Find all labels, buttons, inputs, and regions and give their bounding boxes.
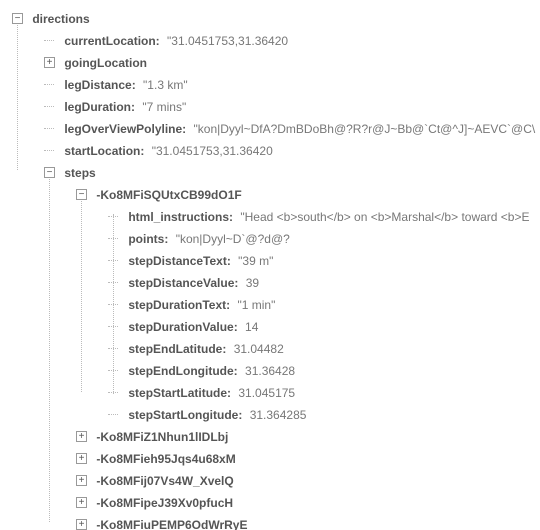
node-currentLocation[interactable]: currentLocation: "31.0451753,31.36420 — [12, 30, 540, 52]
leaf-icon — [44, 145, 55, 156]
leaf-icon — [108, 409, 119, 420]
field-value: 39 — [246, 276, 259, 290]
node-stepDistanceText[interactable]: stepDistanceText: "39 m" — [12, 250, 540, 272]
node-directions[interactable]: directions — [12, 8, 540, 30]
field-value: 31.045175 — [238, 386, 295, 400]
field-key: stepStartLatitude: — [128, 386, 231, 400]
expand-icon[interactable] — [76, 453, 87, 464]
field-key: stepStartLongitude: — [128, 408, 242, 422]
tree-root: directions currentLocation: "31.0451753,… — [0, 0, 540, 530]
leaf-icon — [44, 35, 55, 46]
node-stepStartLongitude[interactable]: stepStartLongitude: 31.364285 — [12, 404, 540, 426]
node-label: -Ko8MFiSQUtxCB99dO1F — [96, 188, 241, 202]
node-label: -Ko8MFipeJ39Xv0pfucH — [96, 496, 233, 510]
leaf-icon — [108, 365, 119, 376]
field-key: legDistance: — [64, 78, 135, 92]
field-key: startLocation: — [64, 144, 144, 158]
leaf-icon — [108, 387, 119, 398]
expand-icon[interactable] — [44, 57, 55, 68]
node-steps[interactable]: steps — [12, 162, 540, 184]
field-value: 31.04482 — [234, 342, 284, 356]
node-label: -Ko8MFiZ1Nhun1lIDLbj — [96, 430, 228, 444]
field-key: stepDistanceText: — [128, 254, 230, 268]
node-label: directions — [32, 12, 89, 26]
node-legOverViewPolyline[interactable]: legOverViewPolyline: "kon|Dyyl~DfA?DmBDo… — [12, 118, 540, 140]
field-value: "kon|Dyyl~DfA?DmBDoBh@?R?r@J~Bb@`Ct@^J]~… — [194, 122, 536, 136]
field-key: points: — [128, 232, 168, 246]
leaf-icon — [108, 299, 119, 310]
field-key: legDuration: — [64, 100, 135, 114]
node-stepDurationText[interactable]: stepDurationText: "1 min" — [12, 294, 540, 316]
node-label: steps — [64, 166, 95, 180]
leaf-icon — [108, 321, 119, 332]
node-stepStartLatitude[interactable]: stepStartLatitude: 31.045175 — [12, 382, 540, 404]
expand-icon[interactable] — [76, 475, 87, 486]
field-key: html_instructions: — [128, 210, 233, 224]
node-label: -Ko8MFieh95Jqs4u68xM — [96, 452, 235, 466]
leaf-icon — [44, 79, 55, 90]
node-label: -Ko8MFij07Vs4W_XvelQ — [96, 474, 233, 488]
expand-icon[interactable] — [76, 431, 87, 442]
leaf-icon — [44, 123, 55, 134]
node-step-1[interactable]: -Ko8MFiZ1Nhun1lIDLbj — [12, 426, 540, 448]
field-value: "1.3 km" — [143, 78, 188, 92]
collapse-icon[interactable] — [12, 13, 23, 24]
leaf-icon — [108, 255, 119, 266]
field-key: stepDurationText: — [128, 298, 230, 312]
collapse-icon[interactable] — [44, 167, 55, 178]
node-label: -Ko8MFiuPEMP6OdWrRyE — [96, 518, 247, 530]
field-value: "7 mins" — [142, 100, 186, 114]
field-key: currentLocation: — [64, 34, 159, 48]
node-html-instructions[interactable]: html_instructions: "Head <b>south</b> on… — [12, 206, 540, 228]
field-key: stepEndLongitude: — [128, 364, 237, 378]
node-points[interactable]: points: "kon|Dyyl~D`@?d@? — [12, 228, 540, 250]
field-value: 14 — [245, 320, 258, 334]
field-value: "kon|Dyyl~D`@?d@? — [176, 232, 290, 246]
leaf-icon — [108, 211, 119, 222]
leaf-icon — [108, 233, 119, 244]
field-value: "1 min" — [237, 298, 275, 312]
node-goingLocation[interactable]: goingLocation — [12, 52, 540, 74]
leaf-icon — [108, 343, 119, 354]
node-step-4[interactable]: -Ko8MFipeJ39Xv0pfucH — [12, 492, 540, 514]
expand-icon[interactable] — [76, 497, 87, 508]
node-step-5[interactable]: -Ko8MFiuPEMP6OdWrRyE — [12, 514, 540, 530]
field-key: stepEndLatitude: — [128, 342, 226, 356]
field-value: 31.36428 — [245, 364, 295, 378]
leaf-icon — [108, 277, 119, 288]
node-stepEndLatitude[interactable]: stepEndLatitude: 31.04482 — [12, 338, 540, 360]
node-stepDurationValue[interactable]: stepDurationValue: 14 — [12, 316, 540, 338]
node-stepEndLongitude[interactable]: stepEndLongitude: 31.36428 — [12, 360, 540, 382]
field-key: stepDurationValue: — [128, 320, 237, 334]
collapse-icon[interactable] — [76, 189, 87, 200]
node-legDistance[interactable]: legDistance: "1.3 km" — [12, 74, 540, 96]
field-value: "31.0451753,31.36420 — [152, 144, 273, 158]
node-step-0[interactable]: -Ko8MFiSQUtxCB99dO1F — [12, 184, 540, 206]
field-key: stepDistanceValue: — [128, 276, 238, 290]
node-stepDistanceValue[interactable]: stepDistanceValue: 39 — [12, 272, 540, 294]
field-key: legOverViewPolyline: — [64, 122, 186, 136]
expand-icon[interactable] — [76, 519, 87, 530]
field-value: 31.364285 — [250, 408, 307, 422]
node-legDuration[interactable]: legDuration: "7 mins" — [12, 96, 540, 118]
field-value: "39 m" — [238, 254, 273, 268]
field-value: "Head <b>south</b> on <b>Marshal</b> tow… — [240, 210, 529, 224]
leaf-icon — [44, 101, 55, 112]
node-step-3[interactable]: -Ko8MFij07Vs4W_XvelQ — [12, 470, 540, 492]
node-label: goingLocation — [64, 56, 147, 70]
node-step-2[interactable]: -Ko8MFieh95Jqs4u68xM — [12, 448, 540, 470]
node-startLocation[interactable]: startLocation: "31.0451753,31.36420 — [12, 140, 540, 162]
field-value: "31.0451753,31.36420 — [167, 34, 288, 48]
